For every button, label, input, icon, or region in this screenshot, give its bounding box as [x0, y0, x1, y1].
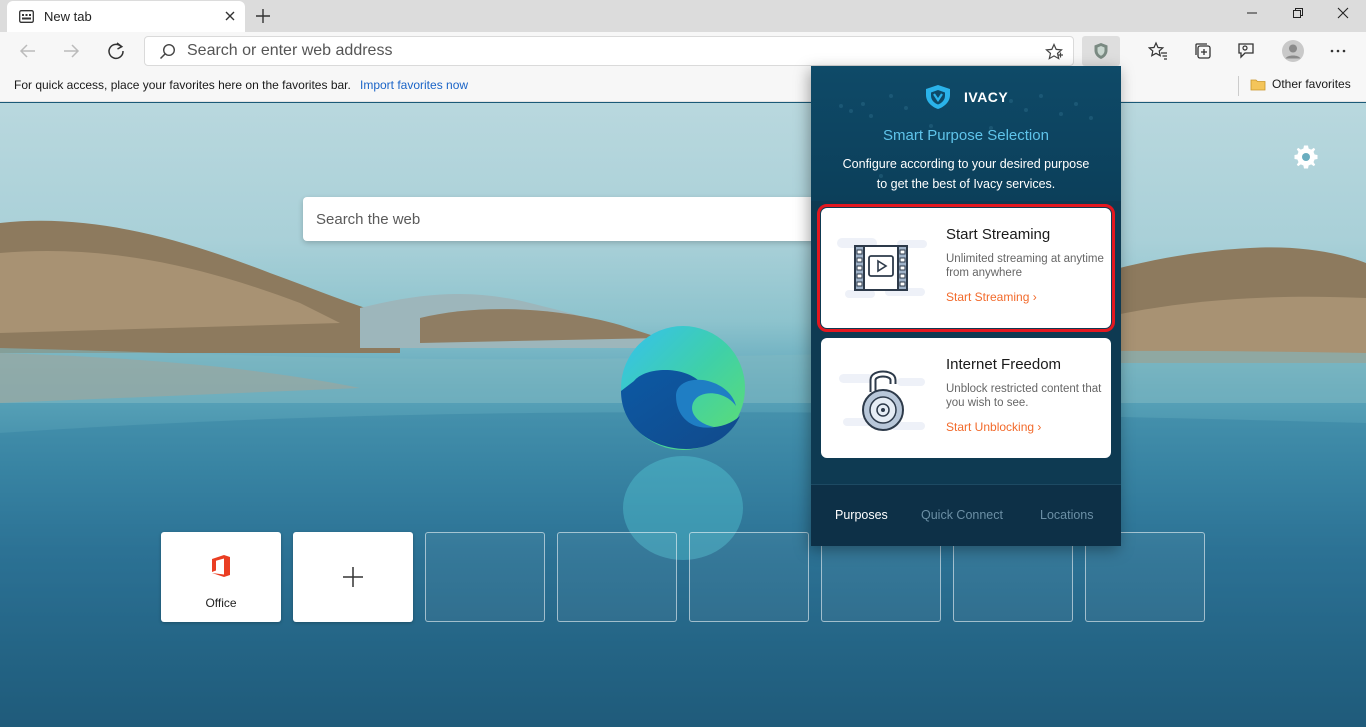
title-bar: New tab — [0, 0, 1366, 32]
newtab-page-icon — [19, 10, 34, 23]
restore-button[interactable] — [1275, 0, 1321, 26]
ivacy-logo-icon — [926, 85, 950, 109]
card-link-label: Start Streaming — [946, 290, 1030, 304]
tab-locations[interactable]: Locations — [1040, 508, 1094, 522]
arrow-left-icon — [19, 44, 35, 58]
other-favorites-label: Other favorites — [1272, 77, 1351, 91]
address-input[interactable] — [187, 40, 1027, 62]
ivacy-extension-button[interactable] — [1082, 36, 1120, 66]
collections-icon — [1195, 43, 1211, 59]
forward-button[interactable] — [60, 40, 82, 62]
popup-heading: Smart Purpose Selection — [883, 127, 1049, 144]
favorites-separator — [1238, 76, 1239, 96]
empty-quick-link-slot — [557, 532, 677, 622]
avatar-icon — [1282, 40, 1304, 62]
tab-purposes[interactable]: Purposes — [835, 508, 888, 522]
browser-toolbar — [0, 32, 1366, 70]
address-bar[interactable] — [144, 36, 1074, 66]
tab-new-tab[interactable]: New tab — [7, 1, 245, 32]
chevron-right-icon: › — [1032, 290, 1037, 304]
start-unblocking-link[interactable]: Start Unblocking › — [946, 420, 1041, 434]
feedback-button[interactable] — [1235, 40, 1257, 62]
ivacy-shield-icon — [1094, 43, 1108, 59]
ivacy-brand-name: IVACY — [964, 89, 1009, 105]
profile-button[interactable] — [1281, 39, 1305, 63]
add-quick-link-button[interactable] — [293, 532, 413, 622]
minimize-icon — [1247, 12, 1257, 14]
card-title: Internet Freedom — [946, 356, 1062, 373]
empty-quick-link-slot — [689, 532, 809, 622]
restore-icon — [1293, 8, 1303, 18]
favorites-star-icon — [1148, 41, 1167, 60]
card-title: Start Streaming — [946, 226, 1051, 243]
import-favorites-link[interactable]: Import favorites now — [360, 78, 468, 92]
favorites-bar-hint: For quick access, place your favorites h… — [14, 78, 351, 92]
tab-quick-connect[interactable]: Quick Connect — [921, 508, 1003, 522]
padlock-icon — [839, 370, 925, 431]
close-tab-icon[interactable] — [222, 8, 238, 24]
film-play-icon — [837, 238, 927, 298]
close-window-button[interactable] — [1320, 0, 1366, 26]
favorites-button[interactable] — [1147, 40, 1169, 62]
start-streaming-link[interactable]: Start Streaming › — [946, 290, 1037, 304]
collections-button[interactable] — [1192, 40, 1214, 62]
minimize-button[interactable] — [1229, 0, 1275, 26]
office-logo-icon — [212, 555, 230, 577]
edge-logo-icon — [621, 326, 745, 450]
purpose-card-streaming[interactable]: Start Streaming Unlimited streaming at a… — [817, 204, 1115, 332]
popup-header: IVACY Smart Purpose Selection Configure … — [811, 66, 1121, 201]
quick-link-office[interactable]: Office — [161, 532, 281, 622]
close-icon — [1337, 7, 1349, 19]
other-favorites-folder[interactable]: Other favorites — [1250, 77, 1351, 91]
settings-more-button[interactable] — [1327, 40, 1349, 62]
refresh-button[interactable] — [105, 40, 127, 62]
popup-description: Configure according to your desired purp… — [842, 157, 1090, 191]
more-dots-icon — [1330, 49, 1346, 53]
ivacy-extension-popup: IVACY Smart Purpose Selection Configure … — [811, 66, 1121, 546]
newtab-background: Office — [0, 103, 1366, 727]
web-search-input[interactable] — [303, 197, 823, 241]
card-link-label: Start Unblocking — [946, 420, 1035, 434]
tab-title: New tab — [44, 9, 92, 24]
chevron-right-icon: › — [1037, 420, 1042, 434]
card-description: Unblock restricted content that you wish… — [946, 383, 1102, 409]
back-button[interactable] — [17, 40, 39, 62]
quick-link-label: Office — [205, 596, 237, 610]
folder-icon — [1250, 79, 1266, 90]
arrow-right-icon — [64, 44, 80, 58]
feedback-icon — [1238, 43, 1254, 59]
popup-footer-nav: Purposes Quick Connect Locations — [811, 484, 1121, 546]
ivacy-brand: IVACY — [924, 84, 1008, 110]
new-tab-button[interactable] — [252, 5, 274, 27]
empty-quick-link-slot — [425, 532, 545, 622]
favorites-bar: For quick access, place your favorites h… — [0, 70, 1366, 102]
purpose-card-internet-freedom[interactable]: Internet Freedom Unblock restricted cont… — [821, 338, 1111, 458]
card-description: Unlimited streaming at anytime from anyw… — [946, 253, 1104, 279]
add-favorite-star-icon[interactable] — [1045, 43, 1063, 61]
plus-icon — [343, 567, 363, 587]
refresh-icon — [108, 42, 124, 60]
page-settings-gear-icon[interactable] — [1293, 144, 1319, 170]
search-icon — [159, 43, 176, 60]
